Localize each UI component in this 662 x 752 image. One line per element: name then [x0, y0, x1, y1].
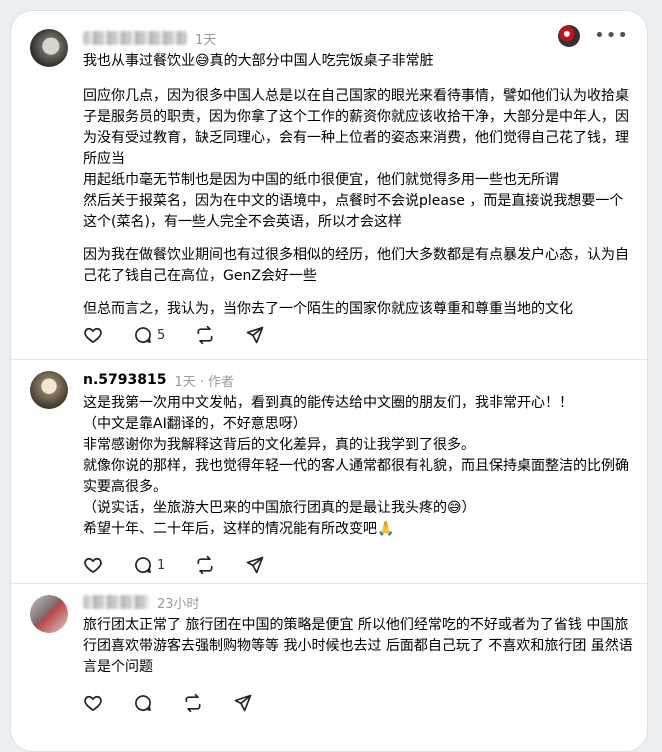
share-button[interactable]: [233, 693, 253, 713]
heart-icon: [84, 327, 102, 343]
timestamp: 1天: [195, 32, 217, 48]
repost-button[interactable]: [195, 555, 215, 575]
more-icon[interactable]: •••: [594, 27, 629, 45]
share-icon: [246, 326, 264, 344]
thread-header-actions: •••: [558, 25, 629, 47]
username[interactable]: n.5793815: [83, 372, 166, 388]
comment-paragraph: 但总而言之，我认为，当你去了一个陌生的国家你就应该尊重和尊重当地的文化: [83, 301, 573, 317]
username-redacted[interactable]: [83, 31, 187, 45]
reply-button[interactable]: 1: [133, 555, 165, 575]
reply-count: 1: [157, 557, 166, 573]
comment-header: 1天: [83, 27, 216, 49]
timestamp: 1天: [174, 374, 196, 390]
share-icon: [234, 694, 252, 712]
reply-count: 5: [157, 327, 166, 343]
timestamp: 23小时: [157, 596, 200, 612]
reply-button[interactable]: [133, 693, 153, 713]
repost-icon: [197, 555, 213, 575]
repost-icon: [197, 325, 213, 345]
comment-actions: 5: [83, 325, 265, 345]
comment-body: 这是我第一次用中文发帖，看到真的能传达给中文圈的朋友们，我非常开心！！ （中文是…: [83, 393, 635, 540]
comment-header: n.5793815 1天 · 作者: [83, 369, 234, 391]
comment-icon: [135, 695, 151, 711]
comment-icon: [135, 327, 151, 343]
thread-panel: ••• 1天 我也从事过餐饮业😅真的大部分中国人吃完饭桌子非常脏 回应你几点，因…: [10, 10, 648, 752]
comment-paragraph: 回应你几点，因为很多中国人总是以在自己国家的眼光来看待事情，譬如他们认为收拾桌子…: [83, 88, 629, 230]
username-redacted[interactable]: [83, 595, 149, 609]
divider: [11, 359, 647, 360]
reply-button[interactable]: 5: [133, 325, 165, 345]
like-button[interactable]: [83, 555, 103, 575]
comment-header: 23小时: [83, 591, 200, 613]
comment-icon: [135, 557, 151, 573]
comment-body: 我也从事过餐饮业😅真的大部分中国人吃完饭桌子非常脏 回应你几点，因为很多中国人总…: [83, 51, 635, 320]
share-icon: [246, 556, 264, 574]
comment-body: 旅行团太正常了 旅行团在中国的策略是便宜 所以他们经常吃的不好或者为了省钱 中国…: [83, 615, 635, 678]
repost-icon: [185, 693, 201, 713]
comment-paragraph: 旅行团太正常了 旅行团在中国的策略是便宜 所以他们经常吃的不好或者为了省钱 中国…: [83, 617, 633, 675]
comment-actions: [83, 693, 253, 713]
comment-actions: 1: [83, 555, 265, 575]
heart-icon: [84, 695, 102, 711]
heart-icon: [84, 557, 102, 573]
viewer-avatar[interactable]: [558, 25, 581, 47]
share-button[interactable]: [245, 325, 265, 345]
repost-button[interactable]: [195, 325, 215, 345]
repost-button[interactable]: [183, 693, 203, 713]
divider: [11, 583, 647, 584]
comment-paragraph: 这是我第一次用中文发帖，看到真的能传达给中文圈的朋友们，我非常开心！！ （中文是…: [83, 395, 629, 537]
avatar[interactable]: [30, 371, 68, 409]
like-button[interactable]: [83, 693, 103, 713]
comment-title-line: 我也从事过餐饮业😅真的大部分中国人吃完饭桌子非常脏: [83, 53, 434, 69]
share-button[interactable]: [245, 555, 265, 575]
comment-paragraph: 因为我在做餐饮业期间也有过很多相似的经历，他们大多数都是有点暴发户心态，认为自己…: [83, 247, 629, 284]
avatar[interactable]: [30, 29, 68, 67]
avatar[interactable]: [30, 595, 68, 633]
like-button[interactable]: [83, 325, 103, 345]
author-tag: · 作者: [199, 374, 235, 390]
